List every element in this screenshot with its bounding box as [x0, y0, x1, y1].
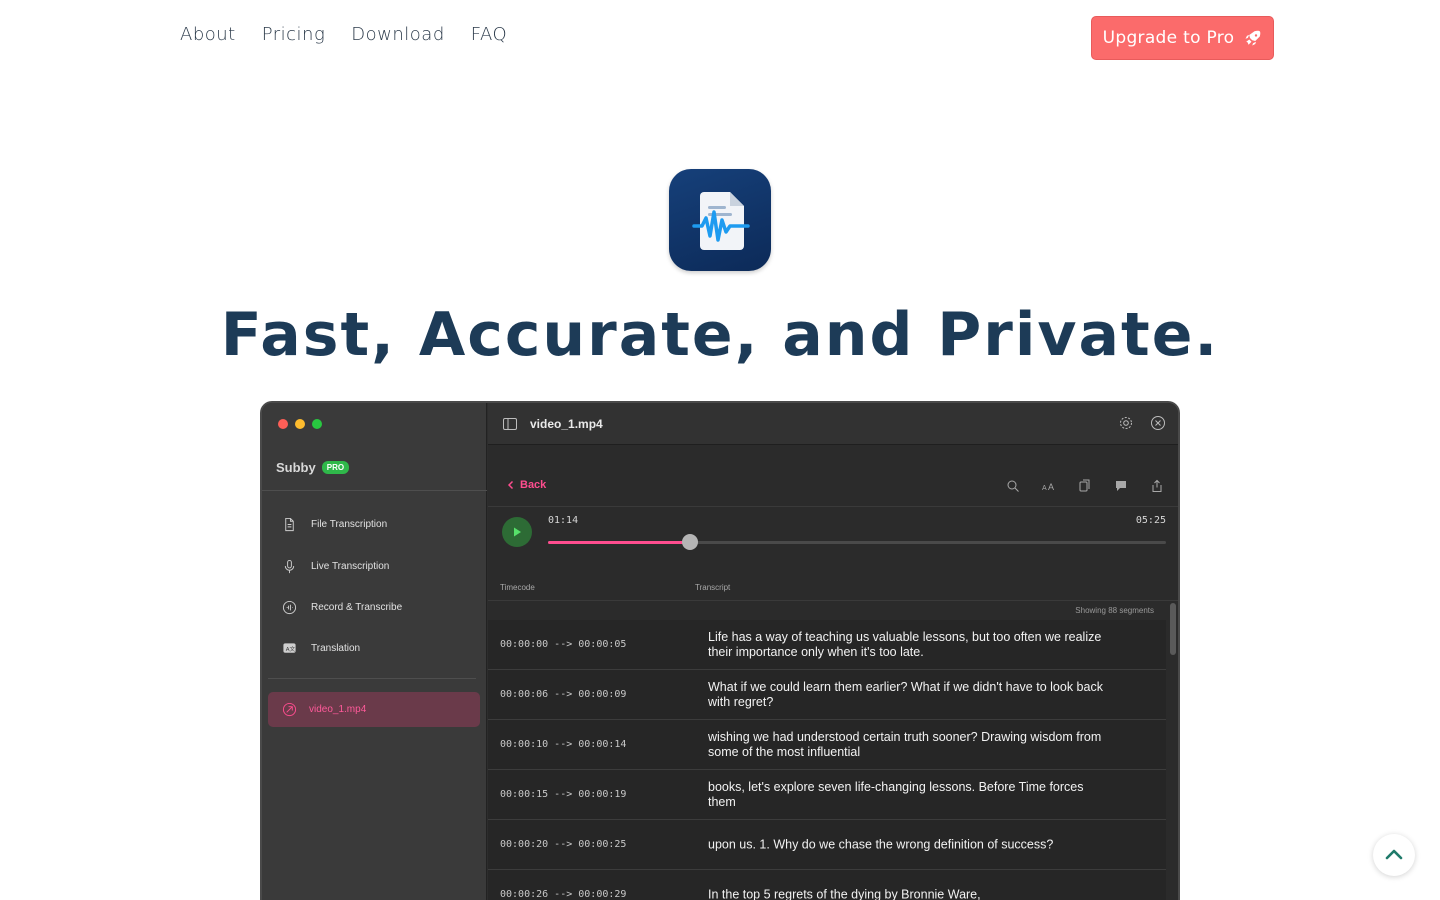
- search-icon[interactable]: [1006, 479, 1020, 493]
- transcript-list: 00:00:00 --> 00:00:05 Life has a way of …: [488, 620, 1166, 900]
- sidebar-item-label: Live Transcription: [311, 561, 390, 572]
- nav-link-about[interactable]: About: [180, 24, 236, 45]
- microphone-icon: [284, 559, 295, 574]
- segment-count: Showing 88 segments: [1075, 606, 1154, 615]
- gear-icon[interactable]: [1118, 415, 1134, 431]
- sidebar-divider: [268, 678, 476, 679]
- segment-text: Life has a way of teaching us valuable l…: [708, 629, 1102, 659]
- back-button[interactable]: Back: [506, 479, 546, 491]
- total-time: 05:25: [1135, 515, 1166, 526]
- sidebar-item-file-transcription[interactable]: File Transcription: [282, 517, 387, 532]
- document-waveform-icon: [692, 192, 750, 250]
- pro-badge: PRO: [321, 461, 350, 474]
- rocket-icon: [1245, 30, 1261, 46]
- svg-text:A文: A文: [286, 645, 296, 653]
- hero-title: Fast, Accurate, and Private.: [220, 300, 1220, 370]
- scroll-to-top-button[interactable]: [1373, 834, 1415, 876]
- active-file-label: video_1.mp4: [309, 704, 367, 715]
- translate-icon: A文: [283, 643, 296, 653]
- segment-text: books, let's explore seven life-changing…: [708, 779, 1084, 809]
- sidebar-item-record-transcribe[interactable]: Record & Transcribe: [282, 600, 402, 615]
- segment-timecode: 00:00:26 --> 00:00:29: [500, 889, 627, 900]
- audio-player: 01:14 05:25: [488, 511, 1178, 571]
- svg-text:A: A: [1048, 482, 1054, 492]
- nav-link-pricing[interactable]: Pricing: [262, 24, 326, 45]
- app-main: video_1.mp4 Back AA 01:14 05:25 Timecode…: [488, 403, 1178, 900]
- window-controls: [278, 419, 322, 429]
- close-dot: [278, 419, 288, 429]
- close-icon[interactable]: [1150, 415, 1166, 431]
- text-size-icon[interactable]: AA: [1042, 479, 1056, 493]
- share-icon[interactable]: [1150, 479, 1164, 493]
- svg-text:A: A: [1042, 485, 1047, 492]
- app-logo: [669, 169, 771, 271]
- current-time: 01:14: [548, 515, 579, 526]
- segment-text: upon us. 1. Why do we chase the wrong de…: [708, 837, 1054, 851]
- sidebar-divider: [262, 490, 487, 491]
- segment-timecode: 00:00:10 --> 00:00:14: [500, 739, 627, 750]
- nav-link-download[interactable]: Download: [351, 24, 444, 45]
- window-title: video_1.mp4: [530, 416, 603, 431]
- table-row[interactable]: 00:00:26 --> 00:00:29 In the top 5 regre…: [488, 870, 1166, 900]
- play-button[interactable]: [502, 517, 532, 547]
- segment-timecode: 00:00:15 --> 00:00:19: [500, 789, 627, 800]
- app-window-preview: Subby PRO File Transcription Live Transc…: [260, 401, 1180, 900]
- zoom-dot: [312, 419, 322, 429]
- upgrade-to-pro-button[interactable]: Upgrade to Pro: [1091, 16, 1274, 60]
- transcript-column-headers: Timecode Transcript: [488, 581, 1178, 601]
- sidebar-item-label: Record & Transcribe: [311, 602, 403, 613]
- play-icon: [514, 527, 521, 537]
- sidebar-item-label: File Transcription: [311, 519, 388, 530]
- sidebar-file-video[interactable]: video_1.mp4: [268, 692, 480, 727]
- table-row[interactable]: 00:00:06 --> 00:00:09 What if we could l…: [488, 670, 1166, 720]
- sidebar-toggle-icon[interactable]: [502, 416, 518, 432]
- table-row[interactable]: 00:00:00 --> 00:00:05 Life has a way of …: [488, 620, 1166, 670]
- segment-timecode: 00:00:00 --> 00:00:05: [500, 639, 627, 650]
- app-brand: Subby PRO: [276, 460, 350, 475]
- file-video-icon: [282, 702, 297, 717]
- record-icon: [282, 600, 297, 615]
- segment-text: In the top 5 regrets of the dying by Bro…: [708, 887, 981, 900]
- scrubber-knob[interactable]: [682, 534, 699, 550]
- titlebar-actions: [1118, 415, 1166, 431]
- brand-name: Subby: [276, 460, 316, 475]
- playback-scrubber[interactable]: [548, 534, 1166, 550]
- segment-text: What if we could learn them earlier? Wha…: [708, 679, 1103, 709]
- column-header-transcript: Transcript: [695, 583, 731, 592]
- app-sidebar: Subby PRO File Transcription Live Transc…: [262, 403, 487, 900]
- minimize-dot: [295, 419, 305, 429]
- upgrade-label: Upgrade to Pro: [1102, 28, 1235, 48]
- playback-progress: [548, 541, 691, 544]
- document-icon: [285, 517, 294, 532]
- copy-icon[interactable]: [1078, 479, 1092, 493]
- table-row[interactable]: 00:00:20 --> 00:00:25 upon us. 1. Why do…: [488, 820, 1166, 870]
- top-nav: About Pricing Download FAQ Upgrade to Pr…: [0, 0, 1440, 72]
- window-titlebar: video_1.mp4: [488, 403, 1178, 445]
- table-row[interactable]: 00:00:10 --> 00:00:14 wishing we had und…: [488, 720, 1166, 770]
- segment-timecode: 00:00:20 --> 00:00:25: [500, 839, 627, 850]
- transcript-scrollbar[interactable]: [1170, 603, 1176, 655]
- chevron-left-icon: [507, 480, 514, 490]
- column-header-timecode: Timecode: [500, 583, 535, 592]
- segment-timecode: 00:00:06 --> 00:00:09: [500, 689, 627, 700]
- sidebar-item-label: Translation: [311, 643, 361, 654]
- sidebar-item-live-transcription[interactable]: Live Transcription: [282, 559, 389, 574]
- transcript-toolbar: Back AA: [488, 473, 1178, 507]
- segment-text: wishing we had understood certain truth …: [708, 729, 1102, 759]
- table-row[interactable]: 00:00:15 --> 00:00:19 books, let's explo…: [488, 770, 1166, 820]
- toolbar-actions: AA: [1006, 479, 1164, 493]
- chevron-up-icon: [1385, 849, 1403, 860]
- back-label: Back: [520, 479, 547, 491]
- sidebar-item-translation[interactable]: A文 Translation: [282, 641, 360, 656]
- nav-link-faq[interactable]: FAQ: [471, 24, 507, 45]
- comment-icon[interactable]: [1114, 479, 1128, 493]
- nav-links: About Pricing Download FAQ: [180, 24, 507, 45]
